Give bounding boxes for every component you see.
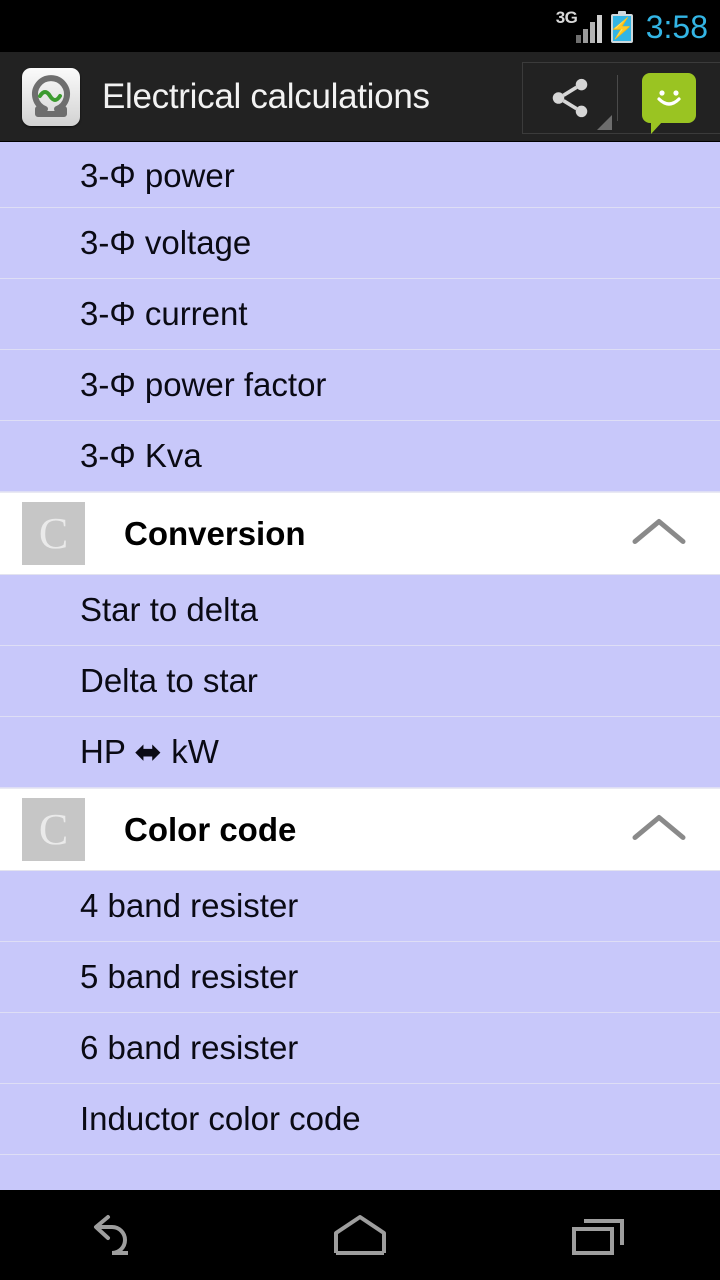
list-item-label: 3-Φ voltage [80,224,252,261]
section-header-color-code[interactable]: C Color code [0,788,720,871]
share-icon [552,78,588,118]
section-header-conversion[interactable]: C Conversion [0,492,720,575]
list-item-label: Delta to star [80,662,258,699]
page-title: Electrical calculations [102,76,430,116]
omega-sine-app-icon [22,67,80,126]
chevron-down-icon [597,115,612,130]
signal-strength-bars [575,15,602,43]
list-item-label: 3-Φ power [80,157,235,194]
share-button[interactable] [523,62,617,134]
list-item[interactable]: 3-Φ voltage [0,208,720,279]
recents-button[interactable] [525,1190,675,1280]
list-item-label: 3-Φ power factor [80,366,327,403]
list-item[interactable]: 4 band resister [0,871,720,942]
status-bar-clock: 3:58 [645,9,708,45]
list-item-label: 4 band resister [80,887,299,924]
chevron-up-icon[interactable] [630,810,688,849]
list-item-label: Inductor color code [80,1100,361,1137]
list-item[interactable]: Delta to star [0,646,720,717]
back-arrow-icon [94,1215,128,1255]
recent-apps-icon [572,1219,624,1255]
list-item-label: 5 band resister [80,958,299,995]
network-type-label: 3G [555,8,578,27]
list-item[interactable]: 3-Φ Kva [0,421,720,492]
section-badge: C [22,798,85,861]
list-item[interactable]: 6 band resister [0,1013,720,1084]
calculations-list[interactable]: 3-Φ power 3-Φ voltage 3-Φ current 3-Φ po… [0,142,720,1190]
list-item[interactable]: 3-Φ power factor [0,350,720,421]
list-item-label: Star to delta [80,591,258,628]
list-item[interactable]: 3-Φ power [0,142,720,208]
list-item[interactable]: HP ⬌ kW [0,717,720,788]
status-bar-right: 3G ⚡ 3:58 [556,9,708,43]
list-item[interactable]: Inductor color code [0,1084,720,1155]
section-title: Conversion [124,514,306,552]
back-button[interactable] [45,1190,195,1280]
list-item[interactable]: Star to delta [0,575,720,646]
list-item[interactable]: 3-Φ current [0,279,720,350]
list-item-label: 3-Φ current [80,295,248,332]
list-item-label: 6 band resister [80,1029,299,1066]
status-bar: 3G ⚡ 3:58 [0,0,720,52]
home-icon [334,1215,386,1255]
sms-smiley-icon [642,73,696,134]
signal-bars-icon: 3G [556,9,602,43]
action-bar-buttons [522,62,720,134]
list-item[interactable]: 5 band resister [0,942,720,1013]
chevron-up-icon[interactable] [630,514,688,553]
action-bar: Electrical calculations [0,52,720,142]
section-title: Color code [124,810,297,848]
sms-button[interactable] [618,62,720,134]
list-item-label: HP ⬌ kW [80,733,219,770]
navigation-bar [0,1190,720,1280]
section-badge: C [22,502,85,565]
home-button[interactable] [285,1190,435,1280]
android-screen: 3G ⚡ 3:58 Electrical calculations 3-Φ po… [0,0,720,1280]
list-item-label: 3-Φ Kva [80,437,202,474]
battery-charging-icon: ⚡ [609,11,634,43]
